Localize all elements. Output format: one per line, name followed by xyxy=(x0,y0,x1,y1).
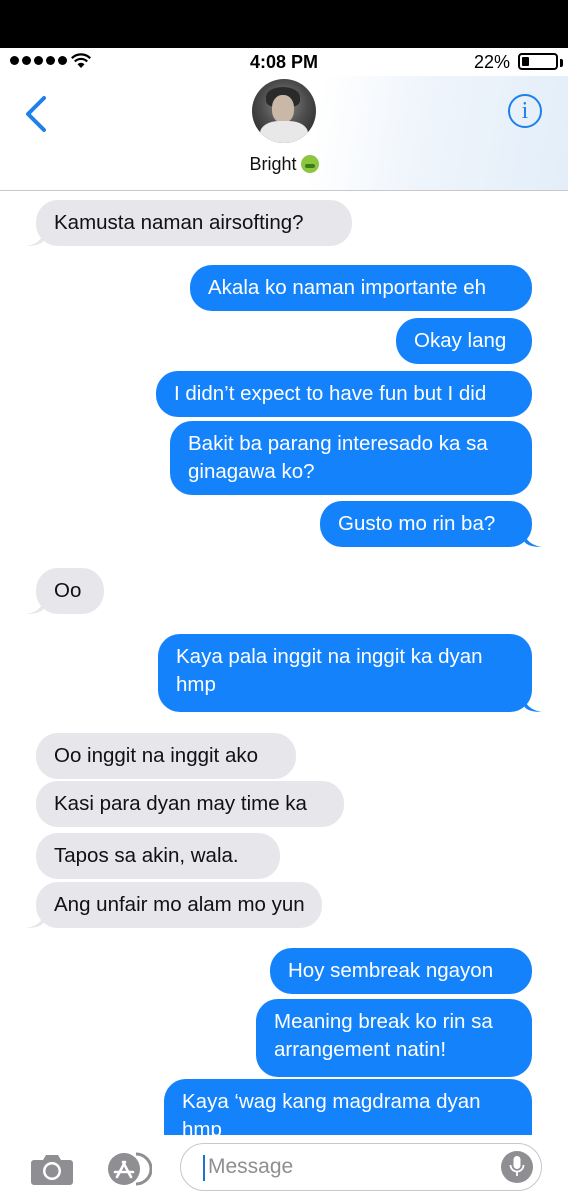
incoming-bubble-tail xyxy=(26,910,44,928)
incoming-message-bubble[interactable]: Kasi para dyan may time ka xyxy=(36,781,344,827)
incoming-message-bubble[interactable]: Kamusta naman airsofting? xyxy=(36,200,352,246)
outgoing-message-bubble[interactable]: Kaya ‘wag kang magdrama dyan hmp xyxy=(164,1079,532,1135)
conversation-header: Bright i xyxy=(0,76,568,191)
incoming-bubble-tail xyxy=(26,596,44,614)
outgoing-message-bubble[interactable]: Akala ko naman importante eh xyxy=(190,265,532,311)
microphone-icon[interactable] xyxy=(501,1151,533,1183)
contact-avatar[interactable] xyxy=(252,79,316,143)
text-cursor xyxy=(203,1155,205,1181)
outgoing-message-bubble[interactable]: Gusto mo rin ba? xyxy=(320,501,532,547)
battery-icon xyxy=(518,53,558,70)
message-placeholder: Message xyxy=(208,1155,294,1178)
outgoing-message-bubble[interactable]: I didn’t expect to have fun but I did xyxy=(156,371,532,417)
camera-icon[interactable] xyxy=(30,1152,74,1186)
outgoing-message-bubble[interactable]: Bakit ba parang interesado ka sa ginagaw… xyxy=(170,421,532,495)
incoming-message-bubble[interactable]: Ang unfair mo alam mo yun xyxy=(36,882,322,928)
outgoing-message-bubble[interactable]: Meaning break ko rin sa arrangement nati… xyxy=(256,999,532,1077)
incoming-bubble-tail xyxy=(26,228,44,246)
contact-name: Bright xyxy=(249,154,297,174)
outgoing-bubble-tail xyxy=(524,694,542,712)
battery-percentage: 22% xyxy=(473,52,510,72)
battery-tip xyxy=(560,59,563,67)
incoming-message-bubble[interactable]: Oo inggit na inggit ako xyxy=(36,733,296,779)
app-store-icon[interactable] xyxy=(104,1152,152,1186)
contact-name-row[interactable]: Bright xyxy=(0,154,568,175)
outgoing-message-bubble[interactable]: Kaya pala inggit na inggit ka dyan hmp xyxy=(158,634,532,712)
message-composer: Message xyxy=(0,1135,568,1200)
chevron-left-icon[interactable] xyxy=(22,94,52,134)
status-bar: 4:08 PM 22% xyxy=(0,48,568,76)
incoming-message-bubble[interactable]: Oo xyxy=(36,568,104,614)
outgoing-message-bubble[interactable]: Okay lang xyxy=(396,318,532,364)
message-input[interactable]: Message xyxy=(180,1143,542,1191)
nauseated-face-emoji xyxy=(300,155,319,173)
outgoing-bubble-tail xyxy=(524,529,542,547)
top-black-bar xyxy=(0,0,568,48)
outgoing-message-bubble[interactable]: Hoy sembreak ngayon xyxy=(270,948,532,994)
message-thread: Kamusta naman airsofting? Akala ko naman … xyxy=(0,191,568,1135)
info-icon[interactable]: i xyxy=(508,94,542,128)
incoming-message-bubble[interactable]: Tapos sa akin, wala. xyxy=(36,833,280,879)
